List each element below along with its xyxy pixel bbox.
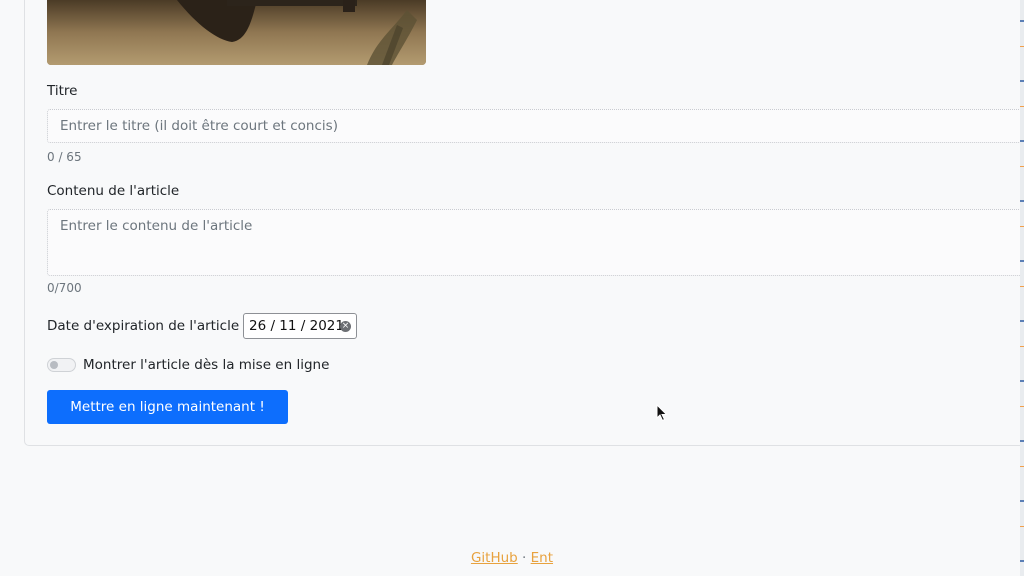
github-link[interactable]: GitHub (471, 550, 518, 566)
expiry-label: Date d'expiration de l'article : (47, 318, 249, 334)
show-article-toggle[interactable] (47, 358, 76, 372)
expiry-date-value: 26 / 11 / 2021 (249, 318, 344, 334)
footer-separator: · (522, 550, 527, 566)
show-article-label: Montrer l'article dès la mise en ligne (83, 357, 330, 373)
toggle-knob (50, 361, 58, 369)
mouse-cursor-icon (656, 403, 668, 426)
title-label: Titre (47, 83, 78, 99)
content-textarea[interactable]: Entrer le contenu de l'article (47, 209, 1024, 276)
clear-date-icon[interactable]: × (340, 321, 351, 332)
footer-links: GitHub · Ent (0, 550, 1024, 566)
content-label: Contenu de l'article (47, 183, 180, 199)
title-input[interactable]: Entrer le titre (il doit être court et c… (47, 109, 1024, 143)
publish-button[interactable]: Mettre en ligne maintenant ! (47, 390, 288, 424)
article-image-graphic (47, 0, 426, 65)
page-edge-strip (1020, 0, 1024, 576)
content-counter: 0/700 (47, 281, 82, 295)
ent-link[interactable]: Ent (531, 550, 553, 566)
article-image (47, 0, 426, 65)
title-counter: 0 / 65 (47, 150, 82, 164)
expiry-date-input[interactable]: 26 / 11 / 2021 × (243, 313, 357, 339)
